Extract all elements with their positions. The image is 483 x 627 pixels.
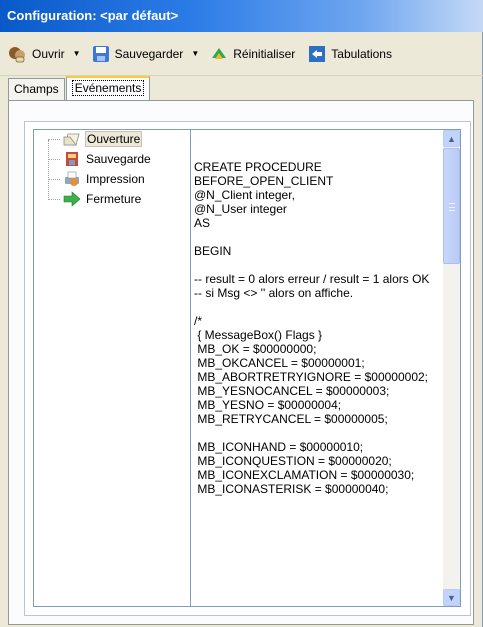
save-dropdown-arrow-icon[interactable]: ▼	[191, 49, 199, 58]
scroll-down-arrow-icon[interactable]: ▼	[443, 589, 460, 606]
vertical-scrollbar[interactable]: ▲ ▼	[443, 130, 460, 606]
tree-item-label: Ouverture	[85, 131, 143, 147]
tab-champs[interactable]: Champs	[8, 78, 65, 100]
reset-button[interactable]: Réinitialiser	[209, 39, 295, 69]
tree-item-label: Sauvegarde	[86, 152, 151, 166]
open-folder-icon	[62, 130, 82, 148]
open-label: Ouvrir	[32, 46, 65, 61]
scroll-up-arrow-icon[interactable]: ▲	[443, 130, 460, 147]
tree-item-sauvegarde[interactable]: Sauvegarde	[48, 149, 152, 169]
tabs-label: Tabulations	[331, 46, 392, 61]
save-icon	[62, 150, 82, 168]
tree-item-label: Impression	[86, 172, 145, 186]
title-bar: Configuration: <par défaut>	[0, 0, 483, 32]
tab-evenements-label: Evénements	[71, 80, 145, 96]
scrollbar-thumb[interactable]	[443, 148, 460, 264]
save-label: Sauvegarder	[114, 46, 184, 61]
configuration-window: Configuration: <par défaut> Ouvrir ▼ Sau…	[0, 0, 483, 627]
tree-item-impression[interactable]: Impression	[48, 169, 146, 189]
window-title: Configuration: <par défaut>	[7, 8, 179, 23]
tab-champs-label: Champs	[14, 82, 59, 96]
reset-icon	[209, 44, 229, 64]
tab-evenements[interactable]: Evénements	[65, 76, 151, 100]
print-icon	[62, 170, 82, 188]
open-dropdown-arrow-icon[interactable]: ▼	[73, 49, 81, 58]
green-arrow-icon	[62, 190, 82, 208]
tab-strip: Champs Evénements	[8, 76, 151, 100]
tabulation-icon	[307, 44, 327, 64]
open-button[interactable]: Ouvrir	[8, 39, 65, 69]
tree-item-label: Fermeture	[86, 192, 142, 206]
tree-item-ouverture[interactable]: Ouverture	[48, 129, 143, 149]
sql-editor-content[interactable]: CREATE PROCEDURE BEFORE_OPEN_CLIENT @N_C…	[194, 160, 439, 496]
save-icon	[91, 44, 111, 64]
sql-editor[interactable]: CREATE PROCEDURE BEFORE_OPEN_CLIENT @N_C…	[190, 129, 461, 607]
save-button[interactable]: Sauvegarder	[91, 39, 184, 69]
open-icon	[8, 44, 28, 64]
scrollbar-grip-icon	[449, 203, 455, 211]
tabs-button[interactable]: Tabulations	[307, 39, 392, 69]
reset-label: Réinitialiser	[233, 46, 296, 61]
toolbar: Ouvrir ▼ Sauvegarder ▼ Réinitialiser Tab…	[0, 32, 483, 76]
tree-item-fermeture[interactable]: Fermeture	[48, 189, 142, 209]
